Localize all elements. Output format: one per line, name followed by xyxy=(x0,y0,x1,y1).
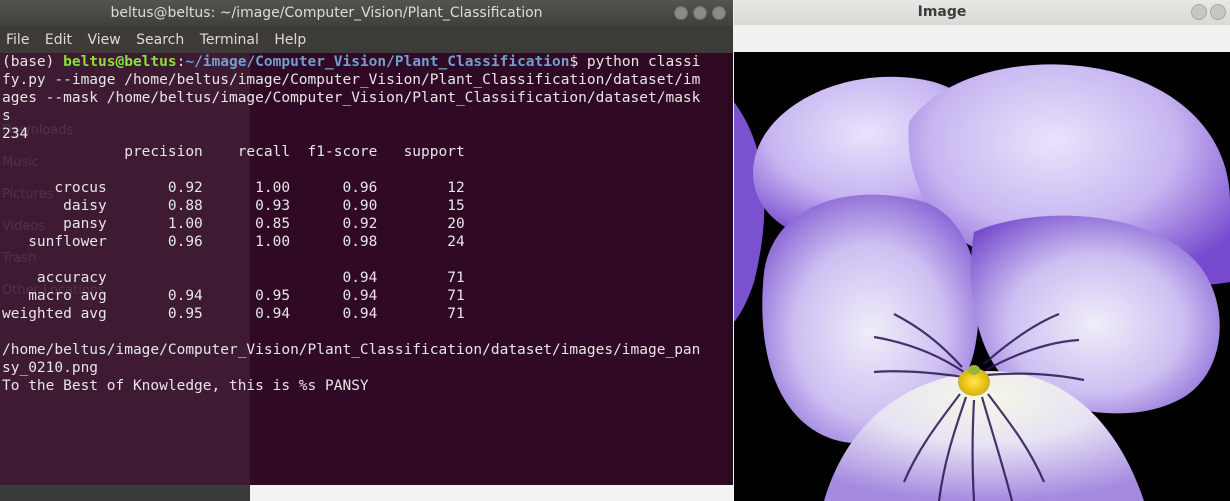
terminal-window: beltus@beltus: ~/image/Computer_Vision/P… xyxy=(0,0,733,501)
close-icon[interactable] xyxy=(712,6,726,20)
report-header: precision recall f1-score support xyxy=(2,144,465,160)
output-line: 234 xyxy=(2,126,29,142)
image-path-line: sy_0210.png xyxy=(2,360,99,376)
report-row-daisy: daisy 0.88 0.93 0.90 15 xyxy=(2,198,465,214)
menu-terminal[interactable]: Terminal xyxy=(200,32,259,48)
prompt-user: beltus@beltus xyxy=(63,54,177,70)
minimize-icon[interactable] xyxy=(1191,4,1207,20)
menu-view[interactable]: View xyxy=(87,32,120,48)
prompt-dollar: $ xyxy=(569,54,587,70)
maximize-icon[interactable] xyxy=(693,6,707,20)
menu-help[interactable]: Help xyxy=(274,32,306,48)
report-row-sunflower: sunflower 0.96 1.00 0.98 24 xyxy=(2,234,465,250)
terminal-scrollbar[interactable] xyxy=(727,53,733,485)
terminal-title: beltus@beltus: ~/image/Computer_Vision/P… xyxy=(110,5,543,21)
background-window-edge xyxy=(250,485,733,501)
report-row-macro-avg: macro avg 0.94 0.95 0.94 71 xyxy=(2,288,465,304)
terminal-menubar: File Edit View Search Terminal Help xyxy=(0,27,733,53)
pansy-image xyxy=(734,52,1230,501)
report-row-crocus: crocus 0.92 1.00 0.96 12 xyxy=(2,180,465,196)
prompt-prefix: (base) xyxy=(2,54,64,70)
output-line: ages --mask /home/beltus/image/Computer_… xyxy=(2,90,701,106)
output-line: s xyxy=(2,108,11,124)
output-line: fy.py --image /home/beltus/image/Compute… xyxy=(2,72,701,88)
cursor-line xyxy=(2,395,727,413)
image-path-line: /home/beltus/image/Computer_Vision/Plant… xyxy=(2,342,701,358)
terminal-output[interactable]: Downloads Music Pictures Videos Trash Ot… xyxy=(0,53,727,485)
terminal-text: (base) beltus@beltus:~/image/Computer_Vi… xyxy=(2,53,727,413)
minimize-icon[interactable] xyxy=(674,6,688,20)
report-row-pansy: pansy 1.00 0.85 0.92 20 xyxy=(2,216,465,232)
terminal-titlebar[interactable]: beltus@beltus: ~/image/Computer_Vision/P… xyxy=(0,0,733,27)
menu-file[interactable]: File xyxy=(6,32,29,48)
pansy-flower-picture xyxy=(734,52,1230,501)
report-row-accuracy: accuracy 0.94 71 xyxy=(2,270,465,286)
image-window-titlebar[interactable]: Image xyxy=(734,0,1230,25)
close-icon[interactable] xyxy=(1210,4,1226,20)
report-row-weighted-avg: weighted avg 0.95 0.94 0.94 71 xyxy=(2,306,465,322)
prompt-path: ~/image/Computer_Vision/Plant_Classifica… xyxy=(185,54,570,70)
prediction-line: To the Best of Knowledge, this is %s PAN… xyxy=(2,378,369,394)
menu-edit[interactable]: Edit xyxy=(45,32,72,48)
image-window-title: Image xyxy=(917,4,967,20)
menu-search[interactable]: Search xyxy=(136,32,184,48)
background-window-edge xyxy=(0,485,250,501)
prompt-line: (base) beltus@beltus:~/image/Computer_Vi… xyxy=(2,53,727,71)
command-text: python classi xyxy=(586,54,701,70)
image-window: Image xyxy=(734,0,1230,501)
